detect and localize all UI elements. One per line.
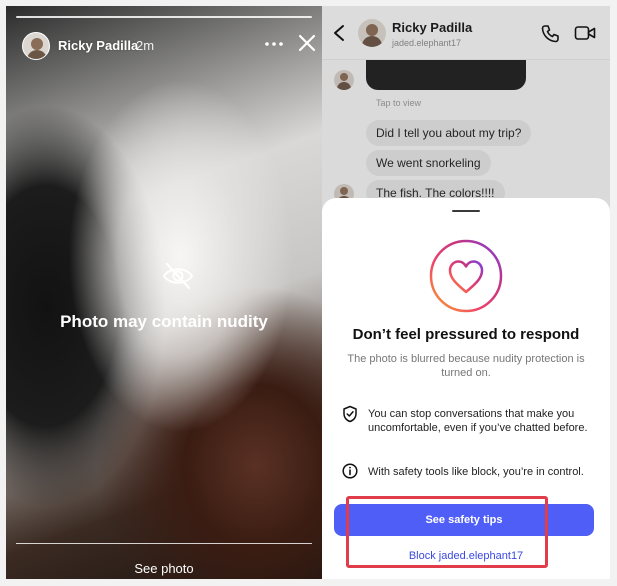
story-avatar[interactable] bbox=[22, 32, 50, 60]
eye-off-icon bbox=[162, 262, 194, 290]
more-horizontal-icon[interactable] bbox=[262, 34, 286, 54]
safety-row-text: You can stop conversations that make you… bbox=[368, 408, 588, 434]
block-user-link[interactable]: Block jaded.elephant17 bbox=[322, 550, 610, 562]
story-username[interactable]: Ricky Padilla bbox=[58, 38, 138, 53]
see-safety-tips-button[interactable]: See safety tips bbox=[334, 504, 594, 536]
divider bbox=[16, 543, 312, 544]
chat-screen: Ricky Padilla jaded.elephant17 Tap to vi… bbox=[322, 6, 610, 579]
see-photo-button[interactable]: See photo bbox=[6, 561, 322, 576]
close-icon[interactable] bbox=[296, 32, 318, 54]
info-icon bbox=[342, 463, 358, 479]
nudity-warning: Photo may contain nudity bbox=[60, 312, 268, 331]
sheet-title: Don’t feel pressured to respond bbox=[352, 326, 580, 343]
story-time: 2m bbox=[136, 38, 155, 53]
story-progress-bar bbox=[16, 16, 312, 18]
sheet-handle[interactable] bbox=[452, 210, 480, 212]
heart-icon bbox=[429, 239, 503, 313]
story-viewer: Ricky Padilla 2m Photo may contain nudit… bbox=[6, 6, 322, 579]
sheet-subtitle: The photo is blurred because nudity prot… bbox=[347, 353, 585, 379]
safety-row-text: With safety tools like block, you’re in … bbox=[368, 466, 584, 478]
shield-icon bbox=[343, 405, 357, 423]
